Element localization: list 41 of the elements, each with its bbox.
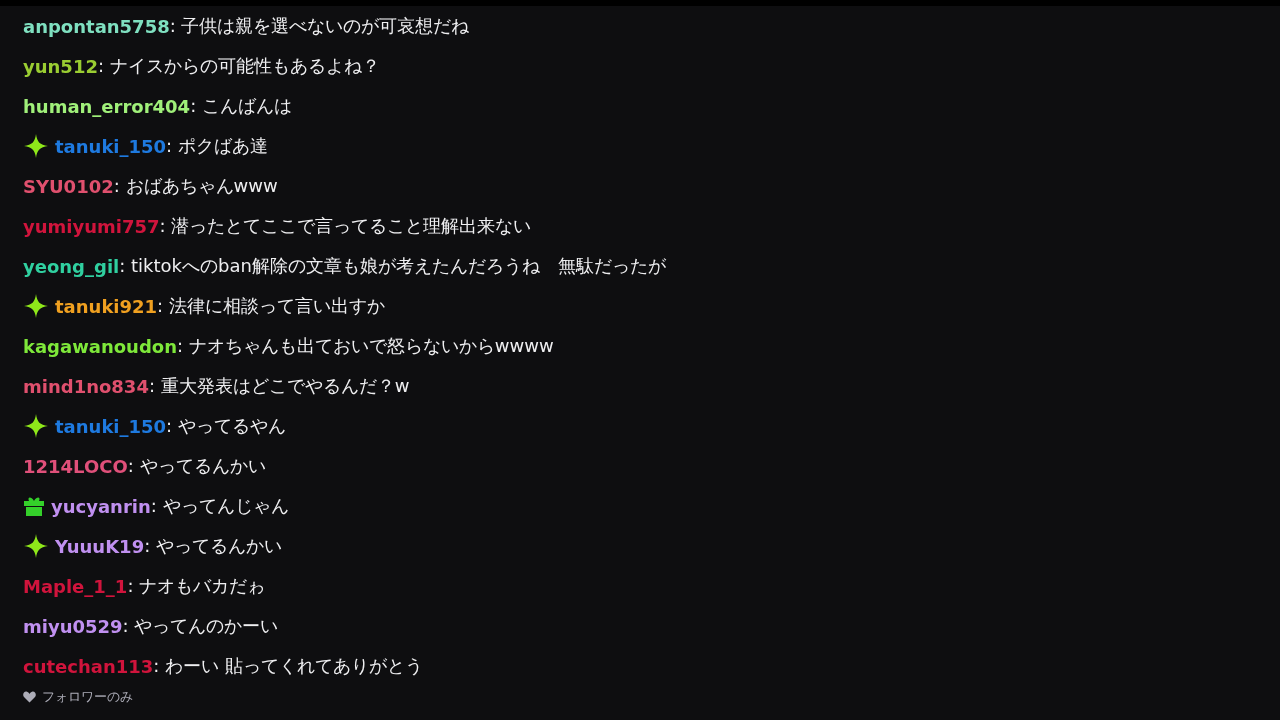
gift-icon — [23, 495, 45, 517]
username[interactable]: yeong_gil — [23, 255, 120, 277]
username[interactable]: SYU0102 — [23, 175, 114, 197]
chat-message: : やってんじゃん — [150, 494, 289, 518]
chat-message: : ナイスからの可能性もあるよね？ — [97, 54, 380, 78]
username[interactable]: 1214LOCO — [23, 455, 128, 477]
chat-message: : 法律に相談って言い出すか — [157, 294, 385, 318]
chat-message: : おばあちゃんwww — [113, 174, 278, 198]
chat-message: : こんばんは — [190, 94, 292, 116]
chat-message: : ナオもバカだゎ — [127, 574, 266, 598]
username[interactable]: yumiyumi757 — [23, 215, 160, 237]
chat-message: : わーい 貼ってくれてありがとう — [153, 654, 423, 678]
sparkle-icon — [23, 533, 49, 559]
chat-message: : やってんのかーい — [122, 614, 279, 638]
chat-mode-label: フォロワーのみ — [42, 688, 133, 706]
chat-message: : やってるやん — [166, 414, 286, 438]
username[interactable]: anpontan5758 — [23, 15, 170, 37]
sparkle-icon — [23, 413, 49, 439]
chat-message: : やってるんかい — [144, 534, 282, 558]
heart-icon — [23, 691, 36, 703]
chat-message: : 潜ったとてここで言ってること理解出来ない — [159, 214, 532, 238]
username[interactable]: yun512 — [23, 55, 98, 77]
username[interactable]: human_error404 — [23, 95, 191, 117]
username[interactable]: mind1no834 — [23, 375, 149, 397]
username[interactable]: YuuuK19 — [55, 535, 145, 557]
sparkle-icon — [23, 133, 49, 159]
username[interactable]: cutechan113 — [23, 655, 154, 677]
username[interactable]: Maple_1_1 — [23, 575, 128, 597]
username[interactable]: yucyanrin — [51, 495, 151, 517]
username[interactable]: miyu0529 — [23, 615, 123, 637]
chat-message: : ポクばあ達 — [166, 134, 268, 158]
chat-message: : tiktokへのban解除の文章も娘が考えたんだろうね 無駄だったが — [119, 254, 666, 278]
username[interactable]: tanuki_150 — [55, 415, 167, 437]
chat-message: : やってるんかい — [127, 454, 266, 478]
sparkle-icon — [23, 293, 49, 319]
chat-message: : 子供は親を選べないのが可哀想だね — [169, 14, 470, 38]
username[interactable]: tanuki921 — [55, 295, 158, 317]
chat-message: : 重大発表はどこでやるんだ？w — [148, 374, 410, 398]
chat-message: : ナオちゃんも出ておいで怒らないからwwww — [177, 334, 554, 358]
username[interactable]: kagawanoudon — [23, 335, 177, 357]
username[interactable]: tanuki_150 — [55, 135, 167, 157]
